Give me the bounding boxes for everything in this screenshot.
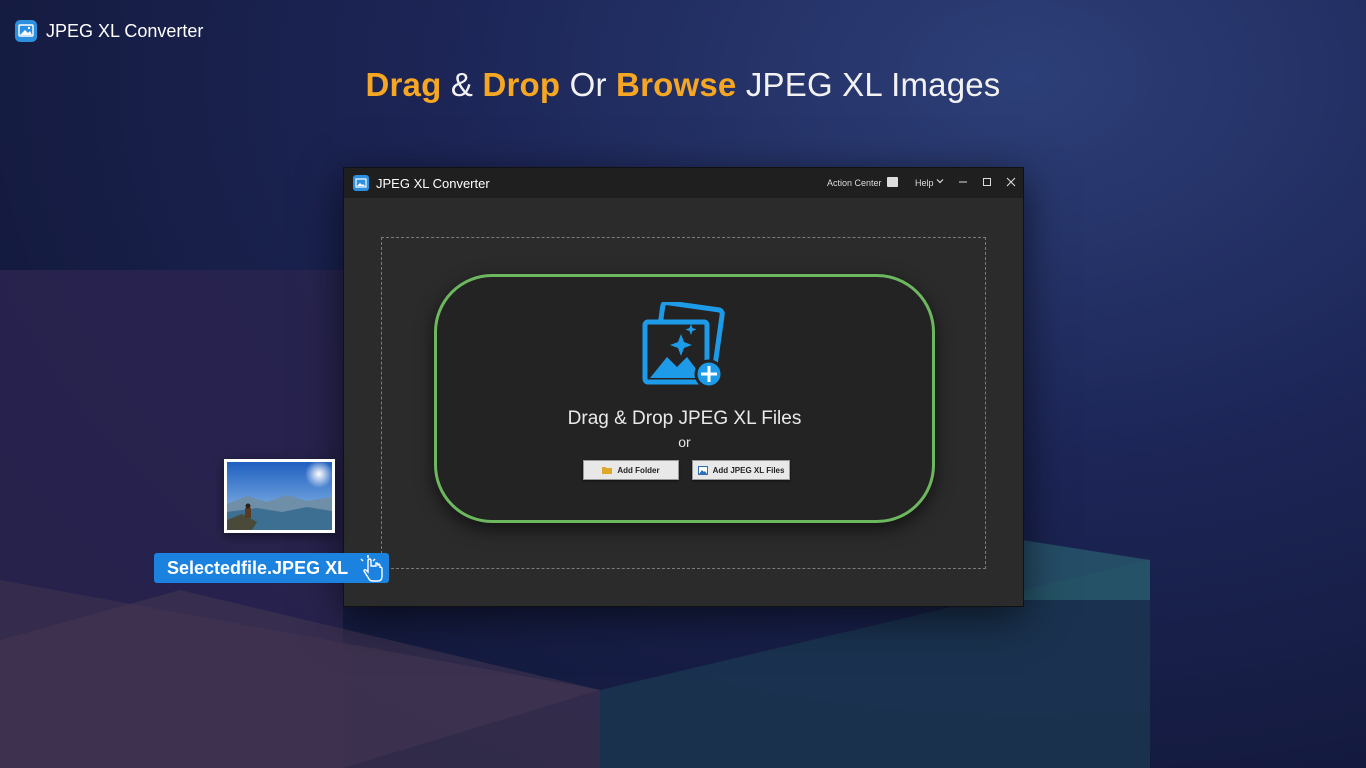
headline-drag: Drag <box>365 66 442 103</box>
dragged-file-label: Selectedfile.JPEG XL <box>154 553 389 583</box>
add-folder-button[interactable]: Add Folder <box>583 460 679 480</box>
folder-icon <box>602 467 613 474</box>
app-window: JPEG XL Converter Action Center Help Dra… <box>343 167 1024 607</box>
window-title: JPEG XL Converter <box>376 176 490 191</box>
or-separator: or <box>678 434 691 450</box>
add-files-label: Add JPEG XL Files <box>712 465 785 475</box>
app-icon <box>353 175 369 191</box>
drop-title: Drag & Drop JPEG XL Files <box>567 408 802 429</box>
gift-icon[interactable] <box>887 177 898 187</box>
brand-title: JPEG XL Converter <box>46 20 204 41</box>
hand-pointer-icon <box>360 555 383 582</box>
add-folder-label: Add Folder <box>617 465 660 475</box>
gallery-icon <box>15 20 37 42</box>
gallery-add-icon <box>642 302 725 389</box>
landscape-photo <box>227 462 332 530</box>
action-center-button[interactable]: Action Center <box>827 178 882 188</box>
headline-drop: Drop <box>482 66 561 103</box>
image-icon <box>697 465 708 475</box>
drop-zone[interactable]: Drag & Drop JPEG XL Files or Add Folder … <box>434 274 935 523</box>
chevron-down-icon[interactable] <box>936 177 944 185</box>
brand: JPEG XL Converter <box>15 20 203 42</box>
headline-or: Or <box>569 66 607 103</box>
minimize-button[interactable] <box>956 175 970 189</box>
headline-images: JPEG XL Images <box>745 66 1001 103</box>
page-headline: Drag & Drop Or Browse JPEG XL Images <box>0 66 1366 104</box>
headline-amp: & <box>450 66 474 103</box>
maximize-button[interactable] <box>980 175 994 189</box>
close-button[interactable] <box>1004 175 1018 189</box>
help-menu[interactable]: Help <box>915 178 934 188</box>
dragged-file-thumbnail[interactable] <box>224 459 335 533</box>
headline-browse: Browse <box>616 66 737 103</box>
add-files-button[interactable]: Add JPEG XL Files <box>692 460 790 480</box>
window-titlebar: JPEG XL Converter Action Center Help <box>344 168 1023 198</box>
